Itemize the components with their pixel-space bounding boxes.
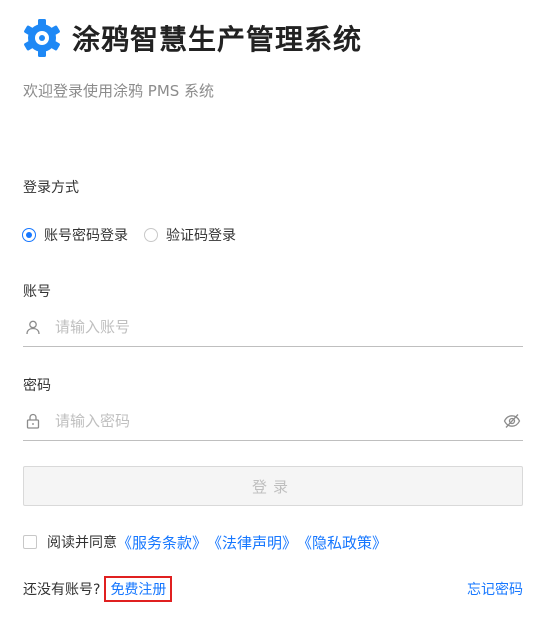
- login-method-label: 登录方式: [23, 180, 79, 196]
- agreement-text: 阅读并同意: [47, 535, 117, 551]
- footer-row: 还没有账号? 免费注册 忘记密码: [23, 576, 523, 602]
- radio-option-code-login[interactable]: 验证码登录: [144, 225, 236, 245]
- lock-icon: [24, 412, 42, 430]
- account-label: 账号: [23, 284, 51, 300]
- privacy-link[interactable]: 《隐私政策》: [297, 532, 387, 553]
- radio-code-login-label: 验证码登录: [166, 228, 236, 244]
- password-field: [23, 402, 523, 441]
- agreement-checkbox[interactable]: [23, 535, 37, 549]
- terms-link[interactable]: 《服务条款》: [117, 532, 207, 553]
- radio-option-password-login[interactable]: 账号密码登录: [22, 225, 128, 245]
- radio-code-login[interactable]: [144, 228, 158, 242]
- legal-link[interactable]: 《法律声明》: [207, 532, 297, 553]
- login-method-options: 账号密码登录 验证码登录: [22, 224, 252, 246]
- forgot-password-link[interactable]: 忘记密码: [467, 579, 523, 599]
- password-label: 密码: [23, 378, 51, 394]
- logo-icon: [24, 19, 60, 57]
- header: 涂鸦智慧生产管理系统: [22, 18, 362, 58]
- eye-slash-icon[interactable]: [503, 412, 521, 430]
- user-icon: [24, 318, 42, 336]
- account-field: [23, 308, 523, 347]
- login-button[interactable]: 登录: [23, 466, 523, 506]
- radio-password-login[interactable]: [22, 228, 36, 242]
- app-title: 涂鸦智慧生产管理系统: [72, 23, 363, 56]
- agreement-row: 阅读并同意 《服务条款》 《法律声明》 《隐私政策》: [23, 531, 387, 553]
- account-input[interactable]: [55, 318, 523, 336]
- register-wrap: 还没有账号? 免费注册: [23, 576, 173, 602]
- subtitle: 欢迎登录使用涂鸦 PMS 系统: [23, 82, 215, 100]
- no-account-text: 还没有账号?: [23, 582, 101, 598]
- password-input[interactable]: [55, 412, 503, 430]
- radio-password-login-label: 账号密码登录: [44, 228, 128, 244]
- register-link[interactable]: 免费注册: [104, 576, 173, 602]
